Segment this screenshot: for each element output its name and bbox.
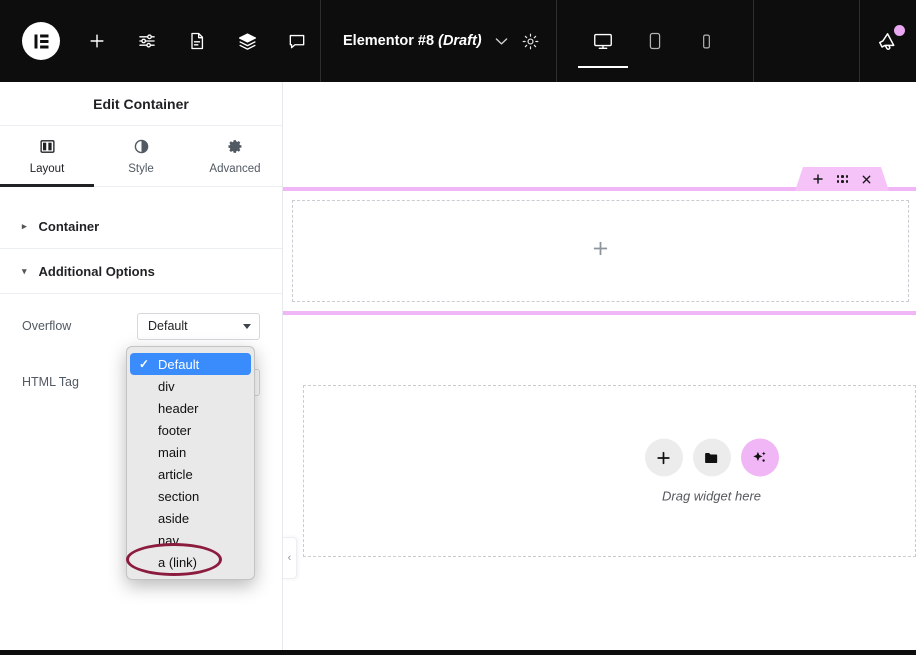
dropdown-option-section[interactable]: section [130,485,251,507]
structure-layers-icon[interactable] [234,28,260,54]
overflow-label: Overflow [22,319,72,333]
dropdown-option-label: main [158,444,187,460]
tab-layout[interactable]: Layout [0,126,94,187]
tab-style-label: Style [128,162,154,175]
notes-comment-icon[interactable] [284,28,310,54]
dropdown-option-label: aside [158,510,190,526]
dropdown-option-article[interactable]: article [130,463,251,485]
top-toolbar-left-group [0,0,320,82]
device-mobile-button[interactable] [690,0,723,82]
container-empty-dropzone[interactable] [292,200,909,302]
contrast-circle-icon [133,138,150,156]
dropdown-option-label: div [158,378,175,394]
add-widget-prompt: Drag widget here [644,438,779,504]
tab-style[interactable]: Style [94,126,188,186]
dropdown-option-header[interactable]: header [130,397,251,419]
overflow-select[interactable]: Default [137,312,260,340]
panel-tabs: Layout Style Advanced [0,126,282,187]
chevron-down-icon [243,323,251,329]
add-element-icon[interactable] [84,28,110,54]
section-additional-options[interactable]: Additional Options [0,249,282,294]
dropdown-option-label: footer [158,422,192,438]
selected-container[interactable] [283,187,916,315]
drag-dots-icon[interactable] [837,175,849,182]
dropdown-option-nav[interactable]: nav [130,529,251,551]
section-container-label: Container [38,218,100,234]
add-widget-button[interactable] [644,438,683,477]
gear-icon [227,138,244,156]
page-title: Edit Container [0,82,282,126]
close-x-icon[interactable] [861,174,872,185]
dropdown-option-label: article [158,466,193,482]
dropdown-option-a-link[interactable]: a (link) [130,551,251,573]
add-widget-button-row [644,438,779,477]
page-settings-document-icon[interactable] [184,28,210,54]
document-title-text: Elementor #8 [343,33,435,49]
notification-dot [894,25,905,36]
container-handle-toolbar [795,167,889,191]
device-desktop-button[interactable] [587,0,620,82]
dropdown-option-aside[interactable]: aside [130,507,251,529]
check-icon: ✓ [139,357,150,371]
top-toolbar: Elementor #8 (Draft) [0,0,916,82]
elementor-editor: Elementor #8 (Draft) Edit Container Layo… [0,0,916,655]
document-info-group: Elementor #8 (Draft) [321,0,556,82]
dropdown-option-div[interactable]: div [130,375,251,397]
empty-widget-container[interactable]: Drag widget here [303,385,916,557]
dropdown-option-label: section [158,488,200,504]
megaphone-icon[interactable] [876,25,905,53]
ai-generate-button[interactable] [740,438,779,477]
editor-canvas: Drag widget here ‹ [283,82,916,655]
overflow-select-value: Default [148,319,188,333]
section-additional-options-label: Additional Options [38,263,155,279]
document-settings-gear-icon[interactable] [521,32,540,51]
tab-advanced[interactable]: Advanced [188,126,282,186]
layout-columns-icon [39,138,56,156]
top-toolbar-right-group [860,0,916,82]
control-overflow: Overflow Default [0,303,282,349]
dropdown-option-label: a (link) [158,554,198,570]
site-settings-sliders-icon[interactable] [134,28,160,54]
section-container[interactable]: Container [0,204,282,249]
chevron-down-icon [22,267,27,276]
document-status-label: (Draft) [438,33,482,49]
device-tablet-button[interactable] [639,0,672,82]
bottom-edge-strip [0,650,916,655]
plus-icon[interactable] [812,173,824,185]
dropdown-option-default[interactable]: ✓ Default [130,353,251,375]
dropdown-option-label: header [158,400,199,416]
chevron-down-icon[interactable] [495,35,508,48]
chevron-right-icon [22,222,27,231]
html-tag-dropdown-menu[interactable]: ✓ Default div header footer main article… [126,346,255,580]
tab-layout-label: Layout [29,162,65,175]
drag-widget-label: Drag widget here [662,488,761,504]
add-template-button[interactable] [692,438,731,477]
elementor-logo-icon[interactable] [22,22,60,60]
collapse-panel-chevron-icon[interactable]: ‹ [283,537,297,579]
html-tag-label: HTML Tag [22,375,79,389]
dropdown-option-main[interactable]: main [130,441,251,463]
dropdown-option-label: Default [158,356,200,372]
document-title: Elementor #8 (Draft) [343,33,482,49]
tab-advanced-label: Advanced [209,162,261,175]
dropdown-option-footer[interactable]: footer [130,419,251,441]
plus-icon[interactable] [590,238,611,264]
device-preview-switcher [557,0,753,82]
dropdown-option-label: nav [158,532,179,548]
